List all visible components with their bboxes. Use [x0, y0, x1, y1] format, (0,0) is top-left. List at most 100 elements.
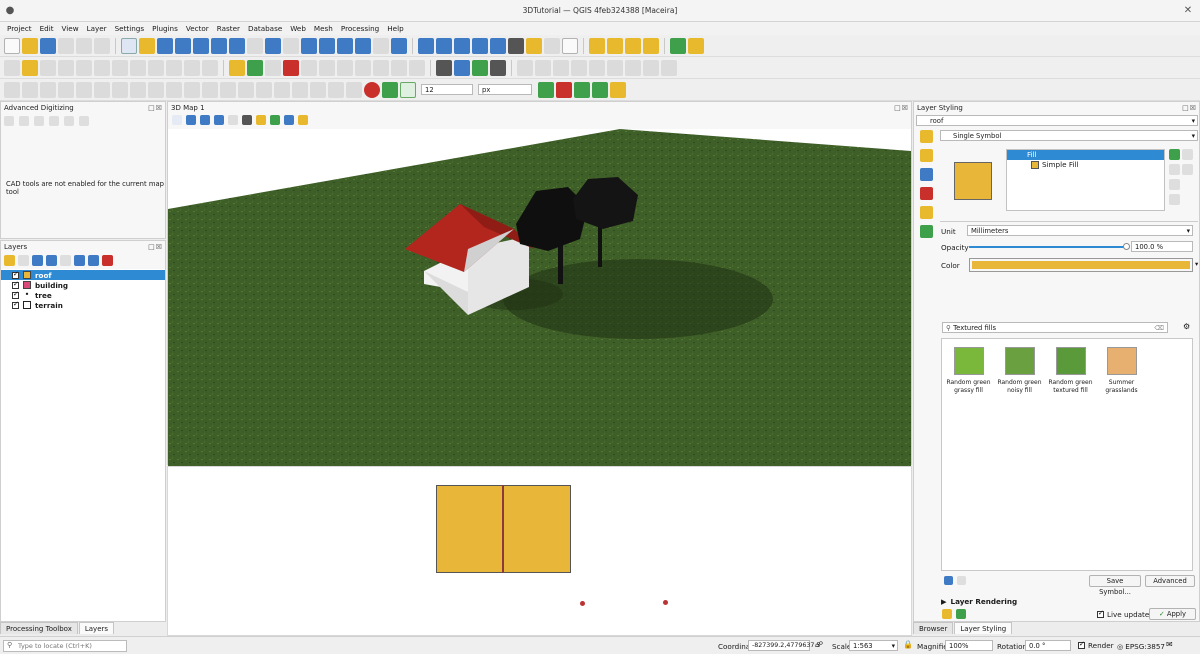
lock-scale-icon[interactable]: 🔒 — [903, 640, 913, 649]
renderer-combo[interactable]: Single Symbol ▾ — [940, 130, 1198, 141]
show-hide-labels-icon[interactable] — [283, 59, 299, 76]
menu-vector[interactable]: Vector — [182, 22, 213, 35]
zoom-to-selection-icon[interactable] — [211, 37, 227, 54]
new-map-view-icon[interactable] — [301, 37, 317, 54]
modify-attributes-icon[interactable] — [94, 59, 110, 76]
render-checkbox[interactable] — [1078, 640, 1085, 649]
tab-browser[interactable]: Browser — [913, 622, 954, 634]
diagram-icon[interactable] — [355, 59, 371, 76]
simplify-icon[interactable] — [238, 81, 254, 98]
locator-icon[interactable] — [544, 37, 560, 54]
new-3d-map-icon[interactable] — [319, 37, 335, 54]
add-group-icon[interactable] — [18, 255, 29, 266]
library-settings-icon[interactable]: ⚙ — [1183, 322, 1190, 331]
effects-icon[interactable] — [284, 115, 294, 125]
cut-features-icon[interactable] — [130, 59, 146, 76]
pin-labels-icon[interactable] — [265, 59, 281, 76]
tracing-icon[interactable] — [610, 81, 626, 98]
change-label-icon[interactable] — [337, 59, 353, 76]
cad-enable-icon[interactable] — [4, 116, 14, 126]
expand-all-icon[interactable] — [74, 255, 85, 266]
move-feature-icon[interactable] — [256, 81, 272, 98]
advanced-button[interactable]: Advanced — [1145, 575, 1195, 587]
unit-combo[interactable]: Millimeters ▾ — [967, 225, 1193, 236]
snapping-magnet-icon[interactable] — [364, 81, 380, 98]
layer-row-roof[interactable]: roof — [1, 270, 165, 280]
split-parts-icon[interactable] — [166, 81, 182, 98]
plugin-search-icon[interactable] — [670, 37, 686, 54]
reverse-line-icon[interactable] — [130, 81, 146, 98]
field-calculator-icon[interactable] — [454, 37, 470, 54]
library-search[interactable]: ⚲ Textured fills ⌫ — [942, 322, 1168, 333]
add-part-icon[interactable] — [22, 81, 38, 98]
merge-features-icon[interactable] — [184, 81, 200, 98]
layer-combo[interactable]: roof ▾ — [916, 115, 1198, 126]
snapping-intersection-icon[interactable] — [574, 81, 590, 98]
panel-float-close-icon[interactable]: □☒ — [894, 102, 909, 114]
identify-icon[interactable] — [418, 37, 434, 54]
map3d-scene[interactable] — [168, 129, 911, 466]
layer-checkbox[interactable] — [12, 280, 19, 289]
panel-float-close-icon[interactable]: □☒ — [1182, 102, 1197, 114]
bookmark-icon[interactable] — [337, 37, 353, 54]
save-edits-icon[interactable] — [40, 59, 56, 76]
close-icon[interactable]: ✕ — [1182, 5, 1194, 17]
print-layout-icon[interactable] — [76, 37, 92, 54]
merge-attributes-icon[interactable] — [202, 81, 218, 98]
globe-icon[interactable] — [490, 59, 506, 76]
menu-raster[interactable]: Raster — [213, 22, 244, 35]
library-item[interactable]: Random green noisy fill — [996, 347, 1043, 562]
color-menu-arrow-icon[interactable]: ▾ — [1195, 260, 1198, 268]
vector-tool-1-icon[interactable] — [517, 59, 533, 76]
layer-row-building[interactable]: building — [1, 280, 165, 290]
menu-help[interactable]: Help — [383, 22, 407, 35]
3d-view-tab-icon[interactable] — [919, 187, 933, 200]
move-up-icon[interactable] — [1182, 149, 1193, 160]
menu-settings[interactable]: Settings — [111, 22, 148, 35]
open-project-icon[interactable] — [22, 37, 38, 54]
toggle-editing-icon[interactable] — [22, 59, 38, 76]
library-item[interactable]: Random green textured fill — [1047, 347, 1094, 562]
zoom-in-icon[interactable] — [157, 37, 173, 54]
label-tool-icon[interactable] — [409, 59, 425, 76]
processing-gear-icon[interactable] — [472, 37, 488, 54]
snap-unit-select[interactable]: px — [478, 84, 532, 95]
temporal-controller-icon[interactable] — [373, 37, 389, 54]
menu-plugins[interactable]: Plugins — [148, 22, 182, 35]
cad-settings-icon[interactable] — [64, 116, 74, 126]
menu-edit[interactable]: Edit — [36, 22, 58, 35]
cad-parallel-icon[interactable] — [34, 116, 44, 126]
scale-feature-icon[interactable] — [292, 81, 308, 98]
vector-tool-2-icon[interactable] — [535, 59, 551, 76]
remove-layer-icon[interactable] — [102, 255, 113, 266]
save-symbol-button[interactable]: Save Symbol... — [1089, 575, 1141, 596]
icon-view-icon[interactable] — [944, 576, 953, 585]
vector-tool-3-icon[interactable] — [553, 59, 569, 76]
refresh-icon[interactable] — [391, 37, 407, 54]
label-properties-icon[interactable] — [373, 59, 389, 76]
python-plugin-icon[interactable] — [472, 59, 488, 76]
zoom-next-icon[interactable] — [283, 37, 299, 54]
lock-color-icon[interactable] — [1169, 179, 1180, 190]
live-update-toggle[interactable]: Live update — [1097, 609, 1149, 619]
cad-construction-icon[interactable] — [19, 116, 29, 126]
graphical-modeler-icon[interactable] — [436, 59, 452, 76]
add-feature-icon[interactable] — [58, 59, 74, 76]
layer-row-tree[interactable]: • tree — [1, 290, 165, 300]
vector-tool-4-icon[interactable] — [571, 59, 587, 76]
delete-selected-icon[interactable] — [112, 59, 128, 76]
pan-to-selection-icon[interactable] — [139, 37, 155, 54]
split-features-icon[interactable] — [148, 81, 164, 98]
camera-control-icon[interactable] — [172, 115, 182, 125]
history-tab-icon[interactable] — [919, 225, 933, 238]
rotation-spinbox[interactable]: 0.0 ° — [1025, 640, 1071, 651]
layer-row-terrain[interactable]: terrain — [1, 300, 165, 310]
expression-filter-icon[interactable] — [60, 255, 71, 266]
opacity-spinbox[interactable]: 100.0 % — [1131, 241, 1193, 252]
measure-icon[interactable] — [508, 37, 524, 54]
list-view-icon[interactable] — [957, 576, 966, 585]
cad-perpendicular-icon[interactable] — [49, 116, 59, 126]
plugin-tools-icon[interactable] — [688, 37, 704, 54]
layer-labeling-icon[interactable] — [247, 59, 263, 76]
magnifier-spinbox[interactable]: 100% — [945, 640, 993, 651]
